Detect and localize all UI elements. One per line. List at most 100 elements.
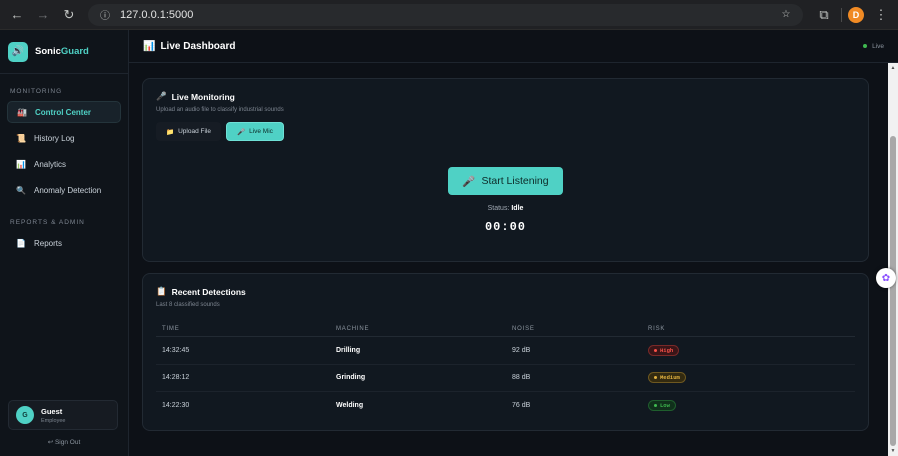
topbar: 📊 Live Dashboard Live bbox=[129, 30, 898, 63]
live-mic-label: Live Mic bbox=[249, 128, 273, 135]
card-title: 🎤 Live Monitoring bbox=[156, 91, 855, 102]
recent-detections-card: 📋 Recent Detections Last 8 classified so… bbox=[142, 273, 869, 431]
sidebar-item-label: History Log bbox=[34, 133, 75, 143]
table-row[interactable]: 14:22:30 Welding 76 dB Low bbox=[156, 392, 855, 420]
status-text: Status: Idle bbox=[488, 205, 524, 212]
card-title-text: Recent Detections bbox=[171, 286, 246, 297]
brand-name: SonicGuard bbox=[35, 46, 89, 57]
page-title-text: Live Dashboard bbox=[160, 40, 236, 52]
live-mic-button[interactable]: 🎤 Live Mic bbox=[225, 122, 284, 141]
user-card[interactable]: G Guest Employee bbox=[8, 400, 118, 430]
risk-label: High bbox=[660, 346, 674, 354]
toolbar-divider bbox=[841, 7, 842, 22]
risk-badge: Low bbox=[648, 400, 676, 412]
profile-avatar[interactable]: D bbox=[848, 6, 864, 23]
column-header-risk: RISK bbox=[648, 325, 666, 332]
magnifier-icon: 🔍 bbox=[16, 185, 26, 195]
sign-out-link[interactable]: ↩ Sign Out bbox=[0, 438, 128, 446]
brand[interactable]: 🔊 SonicGuard bbox=[0, 30, 128, 74]
machine-cell: Grinding bbox=[336, 374, 366, 382]
table-row[interactable]: 14:28:12 Grinding 88 dB Medium bbox=[156, 365, 855, 392]
card-subtitle: Upload an audio file to classify industr… bbox=[156, 107, 284, 113]
chart-icon: 📊 bbox=[143, 40, 156, 52]
main-content: 📊 Live Dashboard Live 🎤 Live Monitoring … bbox=[129, 30, 898, 456]
brand-name-part1: Sonic bbox=[35, 46, 61, 57]
more-menu-icon[interactable]: ⋮ bbox=[870, 4, 892, 26]
user-role: Employee bbox=[41, 417, 66, 424]
risk-dot-icon bbox=[654, 404, 657, 408]
risk-dot-icon bbox=[654, 348, 657, 352]
machine-cell: Welding bbox=[336, 402, 364, 410]
upload-file-button[interactable]: 📁 Upload File bbox=[156, 122, 221, 141]
noise-cell: 92 dB bbox=[512, 346, 531, 354]
start-listening-button[interactable]: 🎤 Start Listening bbox=[448, 167, 563, 195]
timer: 00:00 bbox=[484, 220, 526, 234]
avatar: G bbox=[16, 406, 34, 424]
scroll-down-arrow-icon[interactable]: ▼ bbox=[888, 446, 898, 456]
time-cell: 14:22:30 bbox=[162, 402, 190, 410]
bookmark-star-icon[interactable]: ☆ bbox=[779, 8, 793, 22]
page-scrollbar[interactable]: ▲ ▼ bbox=[888, 63, 898, 456]
listen-area: 🎤 Start Listening Status: Idle 00:00 bbox=[143, 167, 868, 234]
risk-label: Medium bbox=[660, 374, 680, 382]
user-name: Guest bbox=[41, 406, 63, 416]
status-label: Status: bbox=[487, 205, 510, 212]
sidebar-item-history-log[interactable]: 📜 History Log bbox=[7, 127, 121, 149]
start-listening-label: Start Listening bbox=[481, 175, 549, 187]
address-bar[interactable]: ⓘ 127.0.0.1:5000 ☆ bbox=[88, 3, 803, 26]
clipboard-icon: 📋 bbox=[156, 286, 167, 296]
speaker-icon: 🔊 bbox=[8, 41, 28, 62]
extensions-icon[interactable]: ⧉ bbox=[813, 4, 835, 26]
sidebar-item-analytics[interactable]: 📊 Analytics bbox=[7, 153, 121, 175]
microphone-icon: 🎤 bbox=[462, 175, 476, 188]
scrollbar-thumb[interactable] bbox=[890, 136, 896, 446]
live-indicator: Live bbox=[863, 43, 884, 50]
document-icon: 📄 bbox=[16, 238, 26, 248]
noise-cell: 76 dB bbox=[512, 402, 531, 410]
brand-name-part2: Guard bbox=[60, 46, 89, 57]
assistant-extension-icon[interactable]: ✿ bbox=[876, 268, 896, 288]
forward-arrow-icon[interactable]: → bbox=[32, 4, 54, 26]
risk-badge: High bbox=[648, 344, 680, 356]
time-cell: 14:32:45 bbox=[162, 346, 190, 354]
sidebar-item-reports[interactable]: 📄 Reports bbox=[7, 232, 121, 254]
sidebar-item-control-center[interactable]: 🏭 Control Center bbox=[7, 101, 121, 123]
sidebar: 🔊 SonicGuard MONITORING 🏭 Control Center… bbox=[0, 30, 129, 456]
back-arrow-icon[interactable]: ← bbox=[6, 4, 28, 26]
microphone-icon: 🎤 bbox=[156, 91, 167, 101]
section-label-monitoring: MONITORING bbox=[10, 88, 63, 95]
sidebar-item-label: Reports bbox=[34, 238, 63, 248]
scroll-up-arrow-icon[interactable]: ▲ bbox=[888, 63, 898, 73]
sidebar-item-label: Anomaly Detection bbox=[34, 185, 102, 195]
factory-icon: 🏭 bbox=[17, 107, 27, 117]
risk-dot-icon bbox=[654, 376, 657, 380]
machine-cell: Drilling bbox=[336, 346, 361, 354]
status-value: Idle bbox=[511, 205, 524, 212]
upload-file-label: Upload File bbox=[178, 128, 211, 135]
column-header-machine: MACHINE bbox=[336, 325, 370, 332]
time-cell: 14:28:12 bbox=[162, 374, 190, 382]
column-header-noise: NOISE bbox=[512, 325, 535, 332]
sidebar-item-label: Analytics bbox=[34, 159, 67, 169]
site-info-icon[interactable]: ⓘ bbox=[98, 8, 112, 22]
detections-table: TIME MACHINE NOISE RISK 14:32:45 Drillin… bbox=[156, 321, 855, 420]
table-row[interactable]: 14:32:45 Drilling 92 dB High bbox=[156, 337, 855, 365]
noise-cell: 88 dB bbox=[512, 374, 531, 382]
bar-chart-icon: 📊 bbox=[16, 159, 26, 169]
page-title: 📊 Live Dashboard bbox=[143, 41, 235, 52]
sidebar-item-label: Control Center bbox=[35, 107, 91, 117]
url-text[interactable]: 127.0.0.1:5000 bbox=[120, 9, 771, 21]
card-title-text: Live Monitoring bbox=[171, 91, 235, 102]
risk-label: Low bbox=[660, 402, 670, 410]
live-dot-icon bbox=[863, 44, 868, 48]
sidebar-item-anomaly-detection[interactable]: 🔍 Anomaly Detection bbox=[7, 179, 121, 201]
live-label: Live bbox=[872, 42, 884, 50]
column-header-time: TIME bbox=[162, 325, 180, 332]
app-container: 🔊 SonicGuard MONITORING 🏭 Control Center… bbox=[0, 30, 898, 456]
card-subtitle: Last 8 classified sounds bbox=[156, 302, 220, 308]
live-monitoring-card: 🎤 Live Monitoring Upload an audio file t… bbox=[142, 78, 869, 262]
reload-icon[interactable]: ↻ bbox=[58, 4, 80, 26]
scroll-icon: 📜 bbox=[16, 133, 26, 143]
section-label-reports: REPORTS & ADMIN bbox=[10, 219, 85, 226]
card-title: 📋 Recent Detections bbox=[156, 286, 855, 297]
